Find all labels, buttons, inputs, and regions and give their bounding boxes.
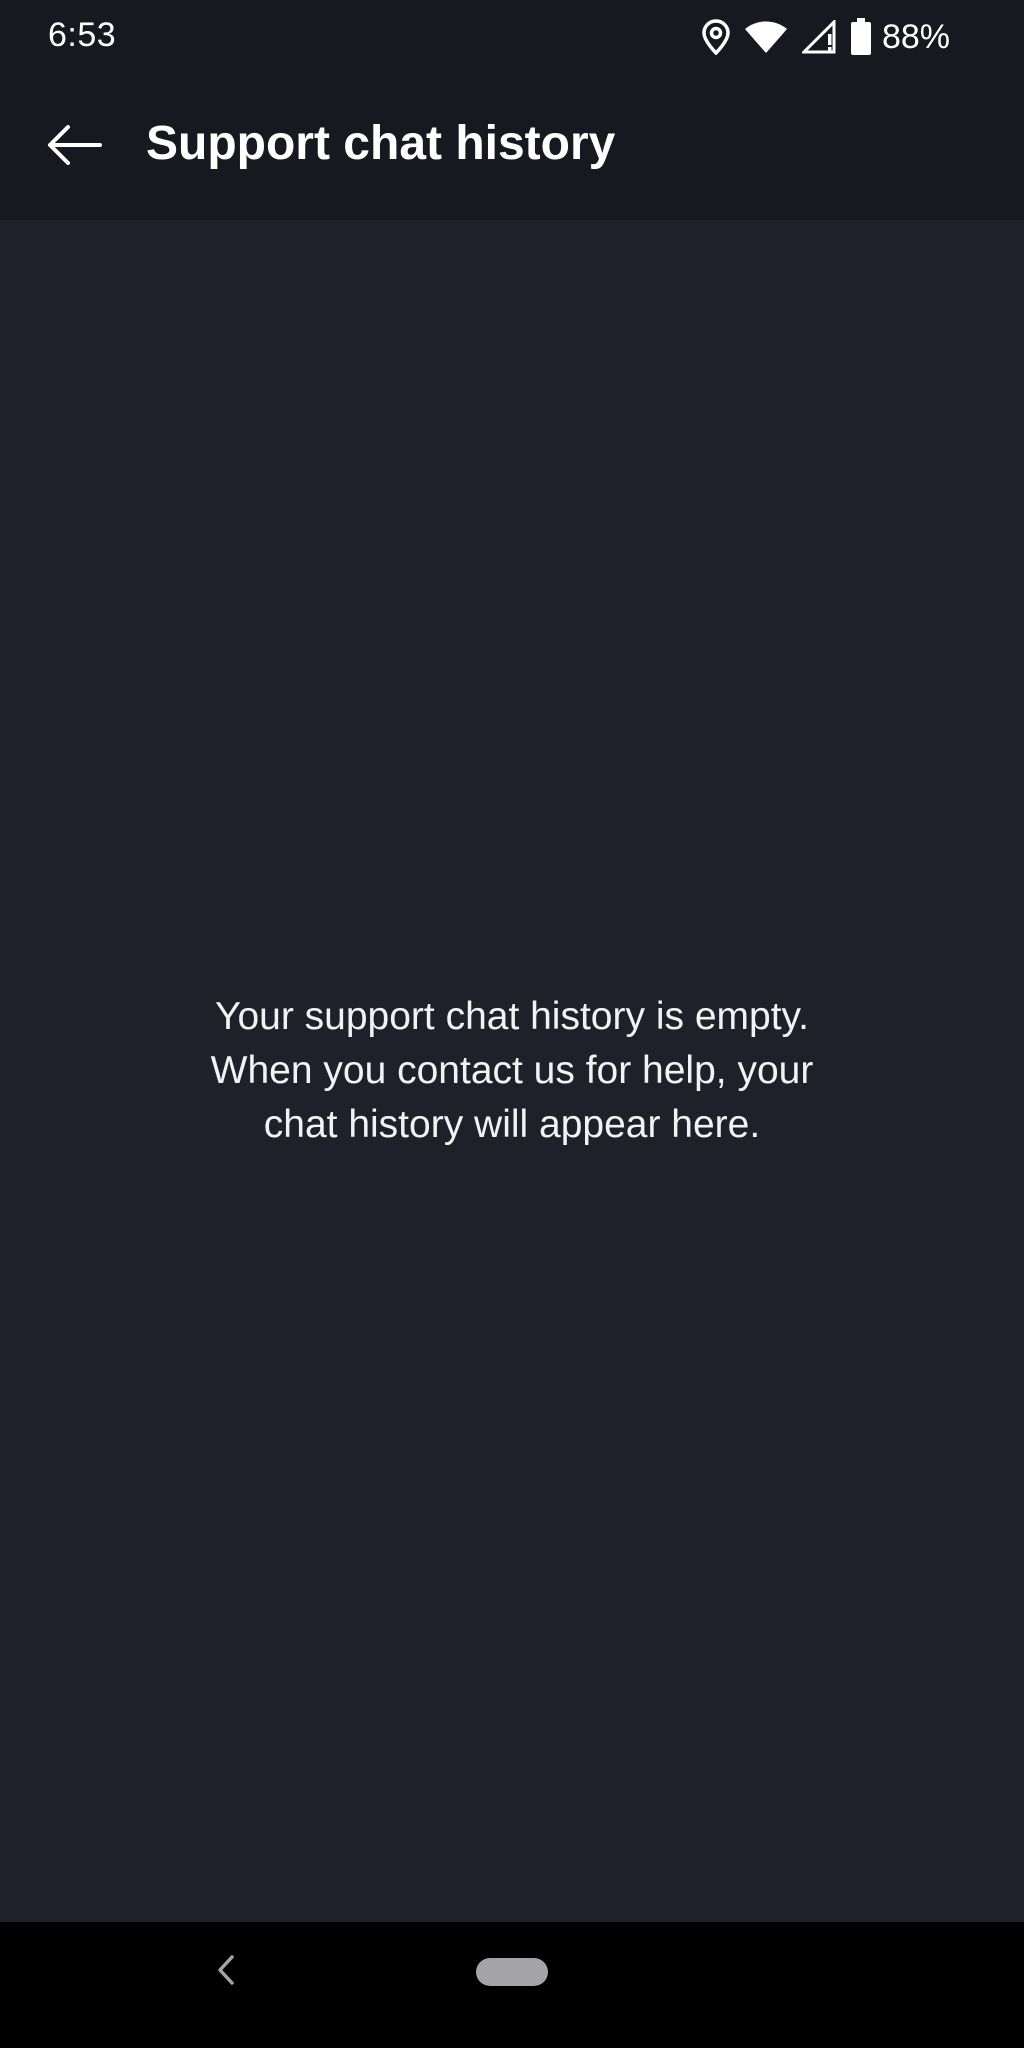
chevron-left-icon: [216, 1954, 236, 1991]
wifi-icon: [744, 20, 788, 54]
location-icon: [702, 19, 730, 55]
battery-percentage: 88%: [881, 17, 950, 56]
arrow-left-icon: [46, 124, 102, 170]
cellular-signal-icon: [801, 20, 836, 54]
empty-message-line: When you contact us for help, your: [210, 1049, 814, 1092]
status-bar: 6:53 88%: [0, 0, 1024, 74]
status-time: 6:53: [48, 16, 117, 54]
page-title: Support chat history: [146, 117, 616, 170]
empty-message-line: chat history will appear here.: [263, 1103, 761, 1146]
nav-back-button[interactable]: [206, 1952, 246, 1992]
battery-icon: [850, 18, 872, 56]
main-content: Your support chat history is empty. When…: [0, 220, 1024, 1922]
home-pill-icon[interactable]: [476, 1958, 548, 1986]
app-bar: Support chat history: [0, 74, 1024, 220]
empty-state-message: Your support chat history is empty. When…: [112, 990, 912, 1152]
back-button[interactable]: [32, 110, 116, 184]
system-nav-bar: [0, 1922, 1024, 2048]
status-icons: 88%: [702, 14, 950, 60]
empty-message-line: Your support chat history is empty.: [215, 995, 809, 1038]
